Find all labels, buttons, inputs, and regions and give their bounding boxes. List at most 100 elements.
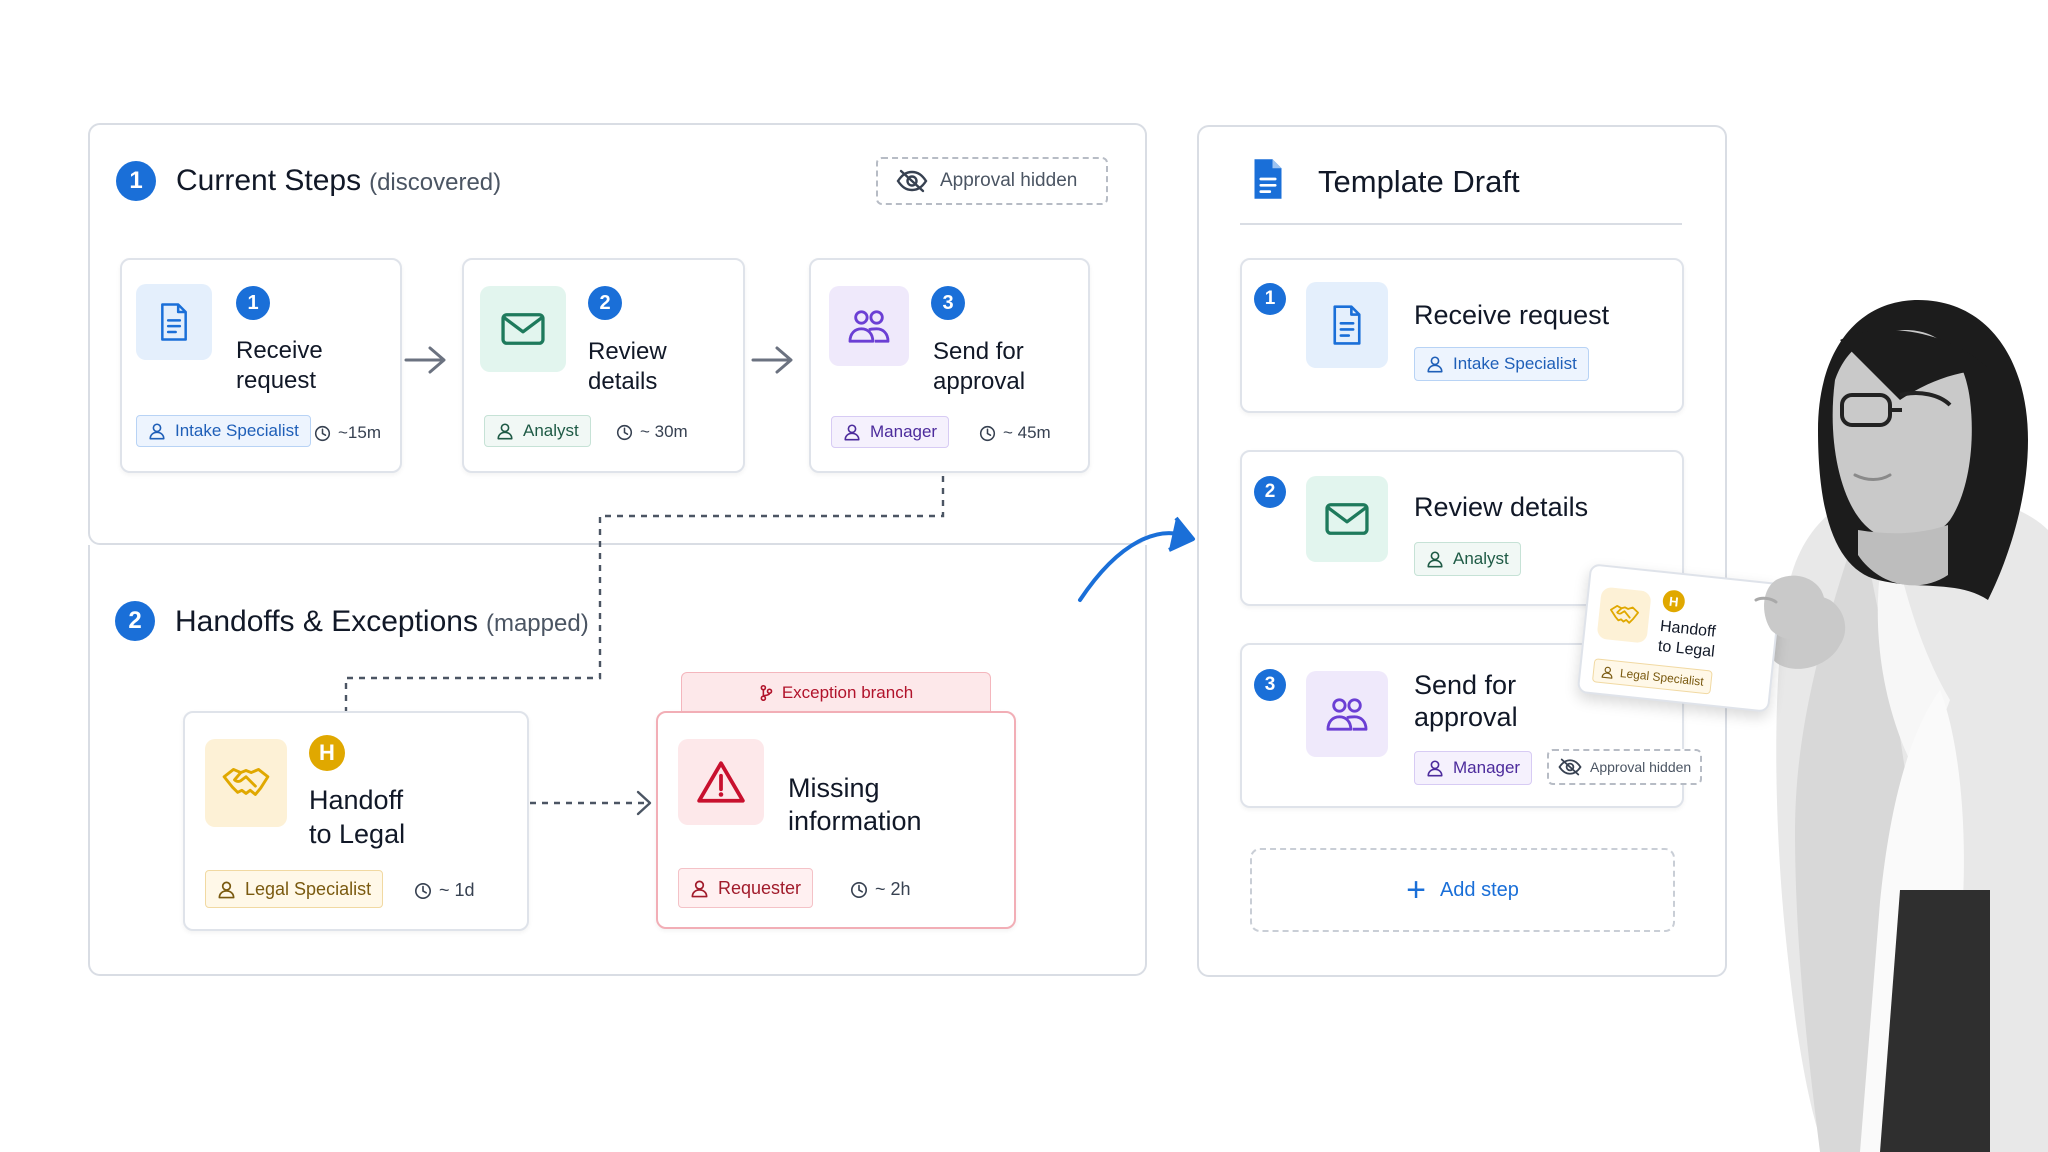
current-steps-title: Current Steps (discovered) xyxy=(176,164,501,198)
handoff-title: Handoff to Legal xyxy=(1657,617,1718,663)
eye-off-icon xyxy=(896,169,928,193)
duration-label: ~ 2h xyxy=(875,879,911,899)
document-icon xyxy=(1329,304,1365,346)
role-label: Manager xyxy=(870,422,938,441)
step-title-line-2: details xyxy=(588,368,658,395)
role-label: Legal Specialist xyxy=(1619,666,1705,689)
users-icon xyxy=(846,307,892,345)
user-icon xyxy=(148,422,166,440)
duration-estimate: ~ 45m xyxy=(979,423,1051,443)
user-icon xyxy=(690,879,709,898)
handoff-card[interactable]: H Handoff to Legal Legal Specialist ~ 1d xyxy=(183,711,529,931)
user-icon xyxy=(1426,355,1444,373)
template-step-receive-request[interactable]: 1 Receive request Intake Specialist xyxy=(1240,258,1684,413)
hand-illustration xyxy=(1754,575,1826,640)
handoffs-heading: Handoffs & Exceptions xyxy=(175,605,478,638)
user-icon xyxy=(843,423,861,441)
template-document-icon xyxy=(1254,159,1282,199)
user-icon xyxy=(1426,759,1444,777)
step-card-review-details[interactable]: 2 Review details Analyst ~ 30m xyxy=(462,258,745,473)
role-label: Intake Specialist xyxy=(175,421,299,440)
plus-icon: + xyxy=(1406,871,1426,909)
step-number-badge: 3 xyxy=(1254,669,1286,701)
role-chip: Intake Specialist xyxy=(136,415,311,447)
role-label: Analyst xyxy=(523,421,579,440)
section-number-badge: 1 xyxy=(116,161,156,201)
exception-icon-tile xyxy=(678,739,764,825)
exception-title-line-1: Missing xyxy=(788,773,880,803)
handshake-icon xyxy=(221,762,271,804)
step-title: Review details xyxy=(1414,492,1589,522)
step-title: Review details xyxy=(588,337,667,397)
mail-icon xyxy=(500,310,546,348)
handoff-title-line-2: to Legal xyxy=(309,819,406,849)
step-card-send-for-approval[interactable]: 3 Send for approval Manager ~ 45m xyxy=(809,258,1090,473)
step-number-badge: 2 xyxy=(1254,476,1286,508)
step-icon-tile xyxy=(1306,282,1388,368)
handoff-badge: H xyxy=(309,735,345,771)
step-title-line-1: Review xyxy=(588,338,667,365)
clock-icon xyxy=(414,882,432,900)
duration-estimate: ~ 30m xyxy=(616,422,688,442)
section-number-badge: 2 xyxy=(115,601,155,641)
handoff-icon-tile xyxy=(1596,586,1652,644)
handoffs-title: Handoffs & Exceptions (mapped) xyxy=(175,605,589,639)
clock-icon xyxy=(616,424,633,441)
user-icon xyxy=(496,422,514,440)
role-chip: Analyst xyxy=(484,415,591,447)
step-icon-tile xyxy=(480,286,566,372)
exception-card[interactable]: Missing information Requester ~ 2h xyxy=(656,711,1016,929)
step-icon-tile xyxy=(829,286,909,366)
clock-icon xyxy=(314,425,331,442)
add-step-label: Add step xyxy=(1439,878,1519,901)
current-steps-heading: Current Steps xyxy=(176,164,362,197)
step-icon-tile xyxy=(1306,671,1388,757)
eye-off-icon xyxy=(1558,758,1582,776)
role-chip: Requester xyxy=(678,868,814,908)
user-icon xyxy=(217,880,236,899)
role-label: Manager xyxy=(1453,758,1521,777)
duration-label: ~ 45m xyxy=(1003,423,1051,442)
role-chip: Analyst xyxy=(1414,542,1521,576)
add-step-button[interactable]: + Add step xyxy=(1250,848,1675,932)
step-icon-tile xyxy=(1306,476,1388,562)
handoff-title: Handoff to Legal xyxy=(309,783,405,851)
duration-estimate: ~ 2h xyxy=(850,879,911,900)
duration-label: ~ 1d xyxy=(439,880,475,900)
role-chip: Manager xyxy=(831,416,950,448)
duration-estimate: ~ 1d xyxy=(414,880,475,901)
approval-hidden-toggle[interactable]: Approval hidden xyxy=(1547,749,1702,785)
step-title: Send for approval xyxy=(933,337,1025,397)
role-label: Analyst xyxy=(1453,549,1509,568)
user-icon xyxy=(1426,550,1444,568)
step-title: Receive request xyxy=(1414,300,1610,330)
step-number-badge: 2 xyxy=(588,286,622,320)
step-card-receive-request[interactable]: 1 Receive request Intake Specialist ~15m xyxy=(120,258,402,473)
mail-icon xyxy=(1324,500,1370,538)
handshake-icon xyxy=(1607,600,1642,629)
step-number-badge: 1 xyxy=(1254,283,1286,315)
user-icon xyxy=(1600,665,1614,679)
exception-branch-tab: Exception branch xyxy=(681,672,991,712)
exception-title: Missing information xyxy=(788,772,922,838)
approval-hidden-label: Approval hidden xyxy=(940,170,1078,191)
template-draft-title: Template Draft xyxy=(1318,164,1520,199)
step-title-line-1: Send for xyxy=(1414,670,1517,700)
handoffs-subtitle: (mapped) xyxy=(485,610,589,637)
role-label: Intake Specialist xyxy=(1453,354,1577,373)
users-icon xyxy=(1324,695,1370,733)
document-icon xyxy=(157,302,191,342)
clock-icon xyxy=(850,881,868,899)
step-title-line-2: approval xyxy=(1414,702,1518,732)
role-chip: Manager xyxy=(1414,751,1533,785)
step-number-badge: 3 xyxy=(931,286,965,320)
role-label: Legal Specialist xyxy=(245,878,372,899)
role-chip: Legal Specialist xyxy=(205,870,384,908)
approval-hidden-toggle[interactable]: Approval hidden xyxy=(876,157,1108,205)
template-title-divider xyxy=(1240,223,1682,225)
person-illustration xyxy=(1763,300,2048,1152)
role-chip: Legal Specialist xyxy=(1591,658,1713,695)
step-title-line-2: request xyxy=(236,367,317,394)
clock-icon xyxy=(979,425,996,442)
exception-branch-label: Exception branch xyxy=(781,682,914,702)
